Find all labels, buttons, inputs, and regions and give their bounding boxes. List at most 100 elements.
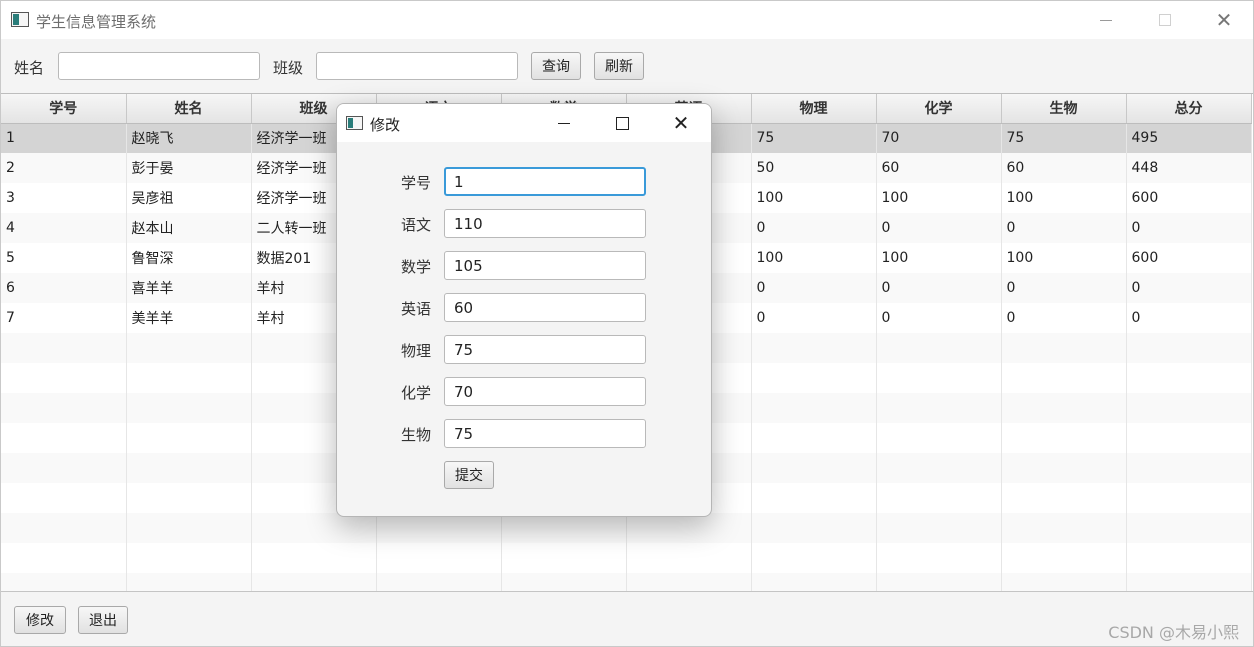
field-label: 英语 — [401, 300, 432, 318]
table-cell: 600 — [1126, 183, 1252, 213]
dialog-minimize-button[interactable] — [536, 104, 592, 142]
table-cell — [751, 453, 877, 483]
table-cell: 鲁智深 — [126, 243, 252, 273]
table-cell — [751, 363, 877, 393]
table-cell: 0 — [1126, 213, 1252, 243]
field-label: 化学 — [401, 384, 432, 402]
table-cell: 赵晓飞 — [126, 123, 252, 153]
table-cell — [376, 513, 502, 543]
biology-input[interactable] — [444, 419, 646, 448]
table-cell: 0 — [751, 273, 877, 303]
table-cell — [751, 423, 877, 453]
form-row-physics: 物理 — [337, 335, 711, 365]
table-cell — [126, 453, 252, 483]
submit-button[interactable]: 提交 — [444, 461, 494, 489]
column-header[interactable]: 姓名 — [126, 94, 252, 124]
table-cell: 600 — [1126, 243, 1252, 273]
table-cell — [126, 543, 252, 573]
column-header[interactable]: 化学 — [876, 94, 1002, 124]
empty-row — [1, 513, 1252, 543]
window-title: 学生信息管理系统 — [36, 13, 157, 31]
table-cell: 2 — [1, 153, 127, 183]
form-row-biology: 生物 — [337, 419, 711, 449]
table-cell — [251, 513, 377, 543]
empty-row — [1, 573, 1252, 591]
table-cell: 赵本山 — [126, 213, 252, 243]
table-cell — [1001, 453, 1127, 483]
table-cell — [376, 573, 502, 591]
table-cell — [876, 333, 1002, 363]
table-cell — [626, 513, 752, 543]
physics-input[interactable] — [444, 335, 646, 364]
table-cell — [1, 363, 127, 393]
close-button[interactable]: ✕ — [1195, 1, 1253, 39]
empty-row — [1, 543, 1252, 573]
table-cell — [751, 393, 877, 423]
field-label: 学号 — [401, 174, 432, 192]
table-cell — [751, 483, 877, 513]
table-cell — [1126, 393, 1252, 423]
table-cell: 0 — [1001, 213, 1127, 243]
table-cell — [1001, 423, 1127, 453]
dialog-maximize-button[interactable] — [594, 104, 650, 142]
maximize-button[interactable] — [1136, 1, 1194, 39]
table-cell — [251, 543, 377, 573]
close-icon: ✕ — [1215, 8, 1233, 32]
table-cell: 100 — [1001, 183, 1127, 213]
table-cell — [1126, 483, 1252, 513]
dialog-title: 修改 — [370, 116, 401, 134]
table-cell: 60 — [1001, 153, 1127, 183]
query-button[interactable]: 查询 — [531, 52, 581, 80]
table-cell — [876, 513, 1002, 543]
table-cell — [751, 513, 877, 543]
close-icon: ✕ — [672, 111, 690, 135]
minimize-button[interactable] — [1077, 1, 1135, 39]
exit-button[interactable]: 退出 — [78, 606, 128, 634]
table-cell — [126, 573, 252, 591]
column-header[interactable]: 总分 — [1126, 94, 1252, 124]
table-cell — [1001, 393, 1127, 423]
chemistry-input[interactable] — [444, 377, 646, 406]
table-cell — [376, 543, 502, 573]
main-window: 学生信息管理系统 ✕ 姓名 班级 查询 刷新 学号姓名班级语文数学英语物理化学生… — [0, 0, 1254, 647]
table-cell: 0 — [876, 273, 1002, 303]
table-cell — [1, 333, 127, 363]
table-cell: 喜羊羊 — [126, 273, 252, 303]
table-cell — [626, 573, 752, 591]
chinese-input[interactable] — [444, 209, 646, 238]
class-input[interactable] — [316, 52, 518, 80]
table-cell: 100 — [876, 183, 1002, 213]
column-header[interactable]: 学号 — [1, 94, 127, 124]
table-cell — [876, 453, 1002, 483]
table-cell: 5 — [1, 243, 127, 273]
table-cell — [1001, 483, 1127, 513]
table-cell: 75 — [1001, 123, 1127, 153]
table-cell: 0 — [1126, 303, 1252, 333]
name-input[interactable] — [58, 52, 260, 80]
table-cell — [1126, 513, 1252, 543]
dialog-close-button[interactable]: ✕ — [653, 104, 709, 142]
table-cell — [1, 393, 127, 423]
table-cell: 3 — [1, 183, 127, 213]
modify-button[interactable]: 修改 — [14, 606, 66, 634]
refresh-button[interactable]: 刷新 — [594, 52, 644, 80]
english-input[interactable] — [444, 293, 646, 322]
table-cell — [126, 333, 252, 363]
table-cell: 0 — [1001, 303, 1127, 333]
table-cell: 100 — [876, 243, 1002, 273]
table-cell: 1 — [1, 123, 127, 153]
app-icon — [11, 12, 29, 27]
table-cell: 70 — [876, 123, 1002, 153]
table-cell: 4 — [1, 213, 127, 243]
table-cell — [126, 423, 252, 453]
math-input[interactable] — [444, 251, 646, 280]
column-header[interactable]: 物理 — [751, 94, 877, 124]
table-cell — [751, 543, 877, 573]
table-cell — [751, 573, 877, 591]
modify-dialog: 修改 ✕ 学号 语文 数学 英语 物理 化学 生物 — [336, 103, 712, 517]
table-cell — [1001, 513, 1127, 543]
column-header[interactable]: 生物 — [1001, 94, 1127, 124]
id-input[interactable] — [444, 167, 646, 196]
bottom-bar: 修改 退出 — [1, 592, 1253, 646]
field-label: 语文 — [401, 216, 432, 234]
